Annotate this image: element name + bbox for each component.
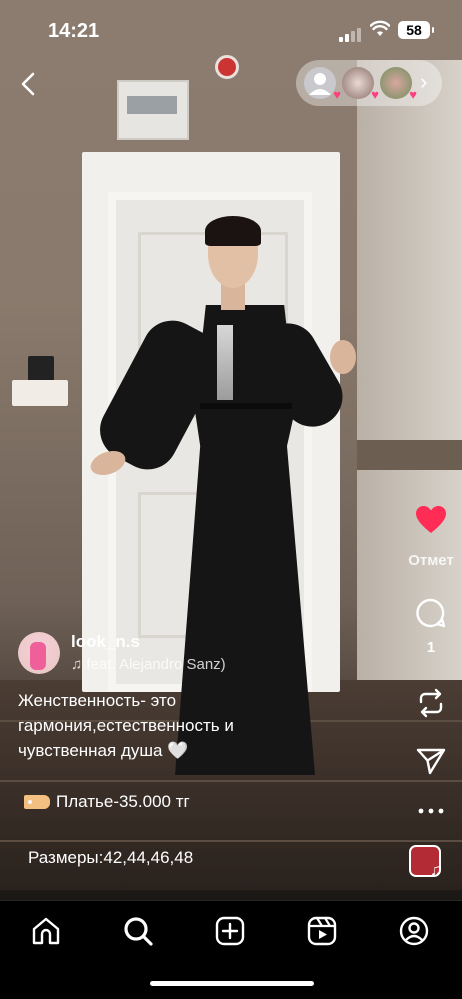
home-icon[interactable] (30, 915, 62, 947)
electrical-panel (117, 80, 189, 140)
repost-button[interactable] (400, 687, 462, 724)
status-bar: 14:21 58 (0, 0, 462, 60)
story-avatar-2[interactable]: ♥ (342, 67, 379, 102)
send-icon (416, 748, 446, 775)
status-time: 14:21 (48, 20, 100, 42)
share-button[interactable] (400, 747, 462, 780)
story-avatar-1[interactable]: ♥ (304, 67, 341, 102)
like-label: Отмет (408, 552, 454, 569)
author-avatar[interactable] (18, 632, 60, 674)
story-avatar-3[interactable]: ♥ (380, 67, 417, 102)
price-line: Платье-35.000 тг (24, 792, 190, 812)
more-options-button[interactable] (400, 801, 462, 819)
heart-icon: ♥ (333, 87, 341, 102)
price-text: Платье-35.000 тг (56, 792, 190, 811)
heart-icon: ♥ (371, 87, 379, 102)
chevron-right-icon[interactable]: › (420, 69, 427, 95)
price-tag-icon (24, 795, 50, 809)
chevron-left-icon (21, 72, 35, 96)
dress-embellishment (217, 325, 233, 400)
wifi-icon (370, 20, 390, 36)
story-avatars-pill[interactable]: ♥ ♥ ♥ › (296, 60, 442, 106)
search-icon[interactable] (122, 915, 154, 947)
home-indicator (150, 981, 314, 986)
music-note-icon: ♫ (71, 656, 87, 673)
reel-screen: 14:21 58 ♥ ♥ ♥ › Отмет 1 look_n.s ♫ feat… (0, 0, 462, 999)
person-hand-right (330, 340, 356, 374)
more-horizontal-icon (418, 808, 444, 814)
battery-indicator: 58 (398, 21, 434, 39)
light-switch (12, 380, 68, 406)
reels-icon[interactable] (306, 915, 338, 947)
comment-count: 1 (426, 639, 436, 656)
author-username[interactable]: look_n.s (71, 632, 140, 652)
wall-stripe (357, 440, 462, 470)
post-author-row[interactable]: look_n.s ♫ feat. Alejandro Sanz) (18, 630, 348, 676)
sizes-text: Размеры:42,44,46,48 (28, 848, 194, 867)
music-info[interactable]: ♫ feat. Alejandro Sanz) (71, 656, 226, 673)
profile-icon[interactable] (398, 915, 430, 947)
person-hair (205, 216, 261, 246)
default-avatar-icon (309, 73, 331, 95)
music-track-text: feat. Alejandro Sanz) (86, 656, 226, 673)
signal-icon (339, 24, 363, 42)
comment-icon (416, 598, 446, 628)
create-icon[interactable] (214, 915, 246, 947)
thermostat (28, 356, 54, 382)
post-caption[interactable]: Женственность- это гармония,естественнос… (18, 688, 318, 763)
comment-button[interactable]: 1 (400, 598, 462, 656)
music-note-icon: ♫ (430, 862, 442, 879)
dress-belt (200, 403, 292, 409)
heart-filled-icon (416, 506, 446, 533)
back-button[interactable] (14, 68, 42, 100)
smoke-detector (218, 58, 236, 76)
repost-icon (419, 688, 443, 718)
heart-icon: ♥ (409, 87, 417, 102)
like-button[interactable]: Отмет (400, 505, 462, 569)
